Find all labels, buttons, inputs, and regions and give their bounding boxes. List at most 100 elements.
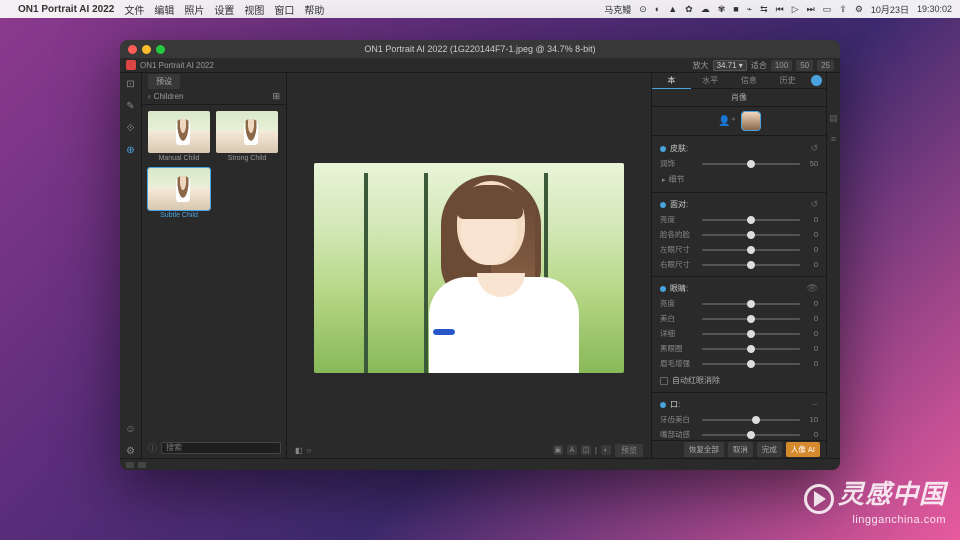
status-icon: ✿	[685, 4, 693, 15]
face-tool-icon[interactable]: ⊕	[124, 143, 138, 157]
window-close-button[interactable]	[128, 45, 137, 54]
reset-icon[interactable]: ↺	[810, 199, 818, 210]
prev-icon[interactable]: ⏮	[776, 4, 784, 15]
group-eyes[interactable]: 眼睛:👁	[660, 280, 818, 297]
photo-preview[interactable]	[314, 163, 624, 373]
clip-icon[interactable]: ○	[307, 446, 312, 455]
control-center-icon[interactable]: ⚙	[855, 4, 863, 15]
slider-brightness[interactable]: 亮度0	[660, 213, 818, 228]
slider-retouch[interactable]: 润饰50	[660, 157, 818, 172]
tab-local[interactable]: 本	[652, 73, 691, 89]
reset-icon[interactable]: ↺	[810, 143, 818, 154]
app-icon	[126, 60, 136, 70]
preset-thumb[interactable]: Strong Child	[216, 111, 278, 162]
tab-level[interactable]: 水平	[691, 73, 730, 88]
menu-window[interactable]: 窗口	[274, 2, 294, 17]
fit-25-button[interactable]: 25	[817, 60, 834, 71]
done-button[interactable]: 完成	[757, 442, 782, 457]
cancel-button[interactable]: 取消	[728, 442, 753, 457]
canvas-controls: ◧ ○ ▣ A ◫ | ◐ 预览	[287, 442, 651, 458]
menubar-time: 19:30:02	[917, 4, 952, 14]
slider-eye-detail[interactable]: 详细0	[660, 327, 818, 342]
menu-help[interactable]: 帮助	[304, 2, 324, 17]
preset-category-row[interactable]: ‹ Children ⊞	[142, 89, 286, 105]
slider-face-shape[interactable]: 脸各的脸0	[660, 228, 818, 243]
softproof-icon[interactable]: ◧	[295, 446, 303, 455]
settings-tool-icon[interactable]: ⚙	[124, 444, 138, 458]
window-maximize-button[interactable]	[156, 45, 165, 54]
grid-view-icon[interactable]: ⊞	[272, 91, 280, 102]
slider-dark-circle[interactable]: 黑眼圈0	[660, 342, 818, 357]
preset-label: Strong Child	[228, 155, 267, 162]
slider-eyebrow[interactable]: 眉毛增强0	[660, 357, 818, 372]
play-icon[interactable]: ▷	[792, 4, 799, 15]
slider-left-eye[interactable]: 左眼尺寸0	[660, 243, 818, 258]
zoom-dropdown[interactable]: 34.71 ▾	[713, 60, 747, 71]
preset-search-input[interactable]	[161, 442, 281, 454]
menu-settings[interactable]: 设置	[214, 2, 234, 17]
info-icon[interactable]: ⓘ	[148, 441, 157, 454]
expand-detail[interactable]: ▸细节	[660, 172, 818, 189]
inspector-section-title: 肖像	[652, 89, 826, 107]
slider-right-eye[interactable]: 右眼尺寸0	[660, 258, 818, 273]
menu-view[interactable]: 视图	[244, 2, 264, 17]
add-face-icon[interactable]: 👤⁺	[718, 116, 736, 127]
eye-view-icon[interactable]: 👁	[807, 283, 818, 294]
preset-thumb[interactable]: Subtle Child	[148, 168, 210, 219]
status-icon: ☁	[701, 4, 710, 15]
view-mode-icon[interactable]	[138, 462, 146, 468]
history-icon[interactable]: ≡	[831, 134, 836, 144]
tool-strip: ⊡ ✎ ⟐ ⊕ ☺ ⚙	[120, 73, 142, 458]
adjust-tool-icon[interactable]: ⟐	[124, 121, 138, 135]
slider-mouth-vibrance[interactable]: 嘴部动感0	[660, 428, 818, 440]
inspector-panel: 本 水平 信息 历史 肖像 👤⁺ 皮肤:↺ 润饰50 ▸细节 面对:↺ 亮度0 …	[651, 73, 826, 458]
bluetooth-icon: ⌁	[747, 4, 752, 15]
view-split-icon[interactable]: ◫	[581, 445, 591, 455]
tab-info[interactable]: 信息	[730, 73, 769, 88]
group-face[interactable]: 面对:↺	[660, 196, 818, 213]
zoom-label: 放大	[693, 60, 709, 71]
preset-tab[interactable]: 预设	[148, 74, 180, 89]
preset-panel: 预设 ‹ Children ⊞ Manual Child Strong Chil…	[142, 73, 287, 458]
back-chevron-icon[interactable]: ‹	[148, 92, 151, 101]
preset-thumbnail-image	[216, 111, 278, 153]
divider: |	[595, 446, 597, 455]
view-single-icon[interactable]: ▣	[553, 445, 563, 455]
brush-tool-icon[interactable]: ✎	[124, 99, 138, 113]
crop-tool-icon[interactable]: ⊡	[124, 77, 138, 91]
face-thumbnail[interactable]	[742, 112, 760, 130]
reset-all-button[interactable]: 恢复全部	[684, 442, 724, 457]
wifi-icon: ⇪	[839, 4, 847, 15]
app-name[interactable]: ON1 Portrait AI 2022	[18, 4, 114, 15]
mouth-icon[interactable]: ⌣	[812, 399, 818, 410]
mask-icon[interactable]: ◐	[601, 445, 611, 455]
slider-eye-brightness[interactable]: 亮度0	[660, 297, 818, 312]
view-compare-icon[interactable]: A	[567, 445, 577, 455]
fit-100-button[interactable]: 100	[771, 60, 792, 71]
layers-icon[interactable]: ▤	[829, 113, 838, 124]
group-skin[interactable]: 皮肤:↺	[660, 140, 818, 157]
checkbox-redeye[interactable]: 自动红眼消除	[660, 372, 818, 389]
slider-teeth-whiten[interactable]: 牙齿美白10	[660, 413, 818, 428]
slider-eye-whiten[interactable]: 美白0	[660, 312, 818, 327]
preview-button[interactable]: 预览	[615, 444, 643, 457]
tab-history[interactable]: 历史	[768, 73, 807, 88]
status-icon: ▲	[668, 4, 677, 14]
menu-file[interactable]: 文件	[124, 2, 144, 17]
fit-50-button[interactable]: 50	[796, 60, 813, 71]
watermark: 灵感中国 lingganchina.com	[804, 474, 946, 526]
window-minimize-button[interactable]	[142, 45, 151, 54]
preset-label: Manual Child	[159, 155, 200, 162]
preset-thumbnail-image	[148, 111, 210, 153]
preset-label: Subtle Child	[160, 212, 198, 219]
group-mouth[interactable]: 口:⌣	[660, 396, 818, 413]
next-icon[interactable]: ⏭	[807, 4, 815, 15]
profile-icon[interactable]	[811, 75, 822, 86]
menu-photo[interactable]: 照片	[184, 2, 204, 17]
portrait-ai-button[interactable]: 人像 AI	[786, 442, 820, 457]
view-mode-icon[interactable]	[126, 462, 134, 468]
status-icon: ■	[733, 4, 738, 14]
menu-edit[interactable]: 编辑	[154, 2, 174, 17]
user-tool-icon[interactable]: ☺	[124, 422, 138, 436]
preset-thumb[interactable]: Manual Child	[148, 111, 210, 162]
